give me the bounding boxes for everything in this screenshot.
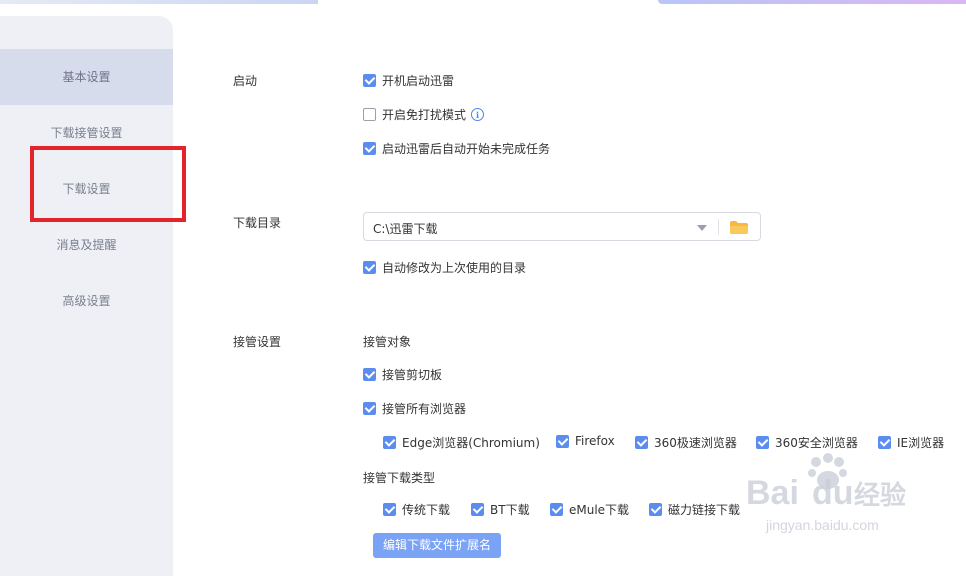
baidu-jingyan-watermark: Bai du 经验 jingyan.baidu.com	[746, 453, 906, 533]
checkbox-firefox[interactable]	[556, 434, 569, 448]
checkbox-remember-dir[interactable]	[363, 261, 376, 274]
sidebar-item-basic-settings[interactable]: 基本设置	[0, 49, 173, 105]
checkbox-edge[interactable]	[383, 436, 396, 449]
section-label-takeover: 接管设置	[233, 335, 282, 349]
checkbox-label: 自动修改为上次使用的目录	[382, 261, 527, 275]
checkbox-label: BT下载	[490, 503, 530, 517]
checkbox-label: 开启免打扰模式	[382, 108, 467, 122]
download-dir-path: C:\迅雷下载	[373, 222, 438, 236]
checkbox-bt[interactable]	[471, 503, 484, 516]
checkbox-do-not-disturb[interactable]	[363, 108, 376, 121]
checkbox-label: Edge浏览器(Chromium)	[402, 436, 540, 450]
watermark-brand-2: du	[812, 474, 854, 512]
checkbox-ie[interactable]	[878, 436, 891, 449]
checkbox-traditional[interactable]	[383, 503, 396, 516]
checkbox-label: 接管剪切板	[382, 368, 443, 382]
checkbox-360-speed[interactable]	[635, 436, 648, 449]
checkbox-label: 传统下载	[402, 503, 451, 517]
checkbox-row-remember-dir[interactable]: 自动修改为上次使用的目录	[363, 259, 526, 276]
checkbox-auto-resume[interactable]	[363, 142, 376, 155]
checkbox-label: 启动迅雷后自动开始未完成任务	[382, 142, 551, 156]
checkbox-label: 开机启动迅雷	[382, 74, 455, 88]
sidebar-item-download-takeover[interactable]: 下载接管设置	[0, 105, 173, 161]
sidebar-item-advanced-settings[interactable]: 高级设置	[0, 273, 173, 329]
sidebar-item-download-settings[interactable]: 下载设置	[0, 161, 173, 217]
checkbox-row-traditional[interactable]: 传统下载	[383, 501, 450, 518]
checkbox-row-auto-resume[interactable]: 启动迅雷后自动开始未完成任务	[363, 140, 550, 157]
section-label-download-dir: 下载目录	[233, 216, 282, 230]
watermark-brand: Bai	[746, 474, 799, 512]
checkbox-row-ie[interactable]: IE浏览器	[878, 434, 944, 451]
checkbox-autostart[interactable]	[363, 74, 376, 87]
edit-extensions-button[interactable]: 编辑下载文件扩展名	[373, 533, 501, 558]
folder-icon[interactable]	[730, 221, 748, 234]
top-accent-bar	[0, 0, 318, 4]
checkbox-row-clipboard[interactable]: 接管剪切板	[363, 366, 442, 383]
checkbox-magnet[interactable]	[649, 503, 662, 516]
checkbox-row-all-browsers[interactable]: 接管所有浏览器	[363, 400, 466, 417]
checkbox-row-edge[interactable]: Edge浏览器(Chromium)	[383, 434, 540, 451]
checkbox-label: 360安全浏览器	[775, 436, 858, 450]
checkbox-all-browsers[interactable]	[363, 402, 376, 415]
checkbox-label: 接管所有浏览器	[382, 402, 467, 416]
checkbox-row-magnet[interactable]: 磁力链接下载	[649, 501, 740, 518]
checkbox-label: 磁力链接下载	[668, 503, 741, 517]
section-label-startup: 启动	[233, 74, 258, 88]
watermark-brand-3: 经验	[854, 480, 906, 511]
download-dir-select[interactable]: C:\迅雷下载	[363, 212, 761, 241]
checkbox-label: eMule下载	[569, 503, 630, 517]
divider	[718, 219, 719, 235]
checkbox-row-do-not-disturb[interactable]: 开启免打扰模式 i	[363, 106, 485, 123]
sidebar-item-notifications[interactable]: 消息及提醒	[0, 217, 173, 273]
checkbox-label: Firefox	[575, 434, 615, 448]
checkbox-emule[interactable]	[550, 503, 563, 516]
info-icon[interactable]: i	[471, 108, 485, 121]
chevron-down-icon[interactable]	[697, 225, 707, 231]
checkbox-clipboard[interactable]	[363, 368, 376, 381]
checkbox-360-safe[interactable]	[756, 436, 769, 449]
checkbox-row-firefox[interactable]: Firefox	[556, 434, 615, 448]
takeover-types-label: 接管下载类型	[363, 471, 436, 485]
checkbox-row-360-speed[interactable]: 360极速浏览器	[635, 434, 737, 451]
checkbox-row-emule[interactable]: eMule下载	[550, 501, 629, 518]
checkbox-label: IE浏览器	[897, 436, 945, 450]
top-accent-bar-right	[658, 0, 966, 4]
checkbox-row-autostart[interactable]: 开机启动迅雷	[363, 72, 454, 89]
checkbox-label: 360极速浏览器	[654, 436, 737, 450]
takeover-target-label: 接管对象	[363, 335, 412, 349]
checkbox-row-360-safe[interactable]: 360安全浏览器	[756, 434, 858, 451]
watermark-url: jingyan.baidu.com	[765, 517, 879, 533]
checkbox-row-bt[interactable]: BT下载	[471, 501, 530, 518]
settings-sidebar: 基本设置 下载接管设置 下载设置 消息及提醒 高级设置	[0, 16, 173, 576]
